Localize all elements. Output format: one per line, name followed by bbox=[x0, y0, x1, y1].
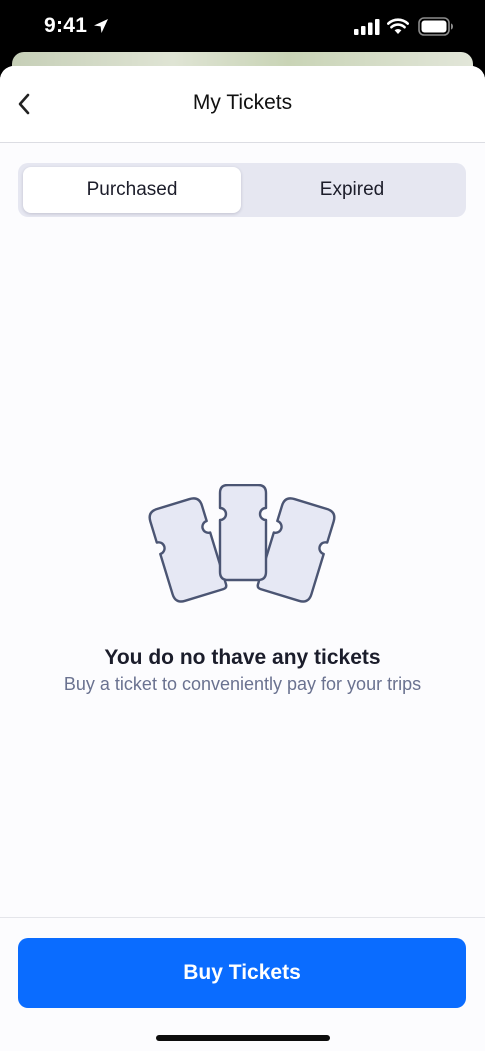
tickets-icon bbox=[148, 484, 336, 603]
ticket-filter-segmented-control: Purchased Expired bbox=[18, 163, 466, 217]
status-bar: 9:41 bbox=[0, 0, 485, 56]
phone-screen: 9:41 My Tickets Purchased Expired You do… bbox=[0, 0, 485, 1051]
page-title: My Tickets bbox=[192, 91, 293, 114]
tickets-sheet: My Tickets Purchased Expired You do no t… bbox=[0, 66, 485, 1051]
tab-purchased[interactable]: Purchased bbox=[23, 167, 241, 213]
wifi-icon bbox=[387, 18, 409, 34]
status-time: 9:41 bbox=[44, 14, 88, 37]
home-indicator bbox=[156, 1035, 330, 1041]
buy-tickets-button[interactable]: Buy Tickets bbox=[18, 938, 466, 1008]
battery-icon bbox=[418, 17, 453, 36]
empty-state-title: You do no thave any tickets bbox=[104, 646, 381, 669]
empty-state-subtitle: Buy a ticket to conveniently pay for you… bbox=[63, 674, 422, 694]
navigation-bar: My Tickets bbox=[0, 66, 485, 143]
tab-expired[interactable]: Expired bbox=[243, 167, 461, 213]
cellular-signal-icon bbox=[354, 19, 380, 35]
location-arrow-icon bbox=[94, 19, 108, 33]
bottom-divider bbox=[0, 917, 485, 918]
